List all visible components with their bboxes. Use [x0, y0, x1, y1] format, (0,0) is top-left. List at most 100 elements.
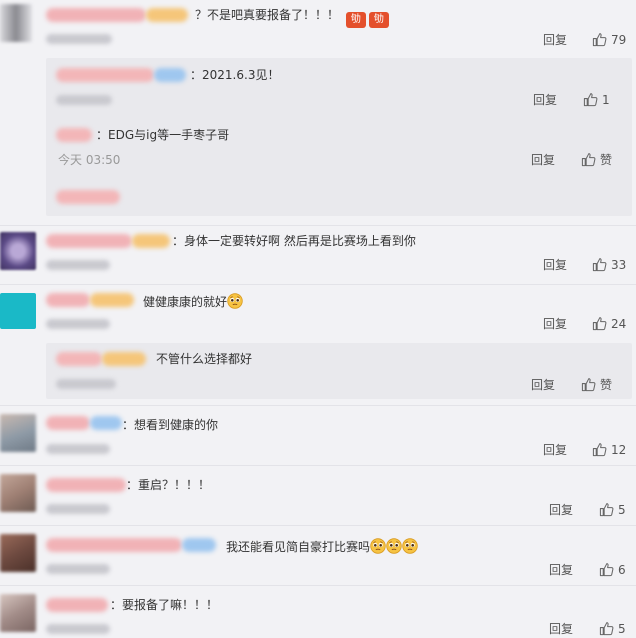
username-blurred[interactable]: [56, 68, 154, 82]
pleading-face-emoji-icon: [386, 538, 402, 554]
avatar[interactable]: [0, 232, 36, 270]
thumbs-up-icon: [581, 152, 596, 167]
timestamp-blurred: [46, 260, 110, 270]
reply-button[interactable]: 回复: [543, 317, 567, 331]
reply-button[interactable]: 回复: [543, 443, 567, 457]
reply-button[interactable]: 回复: [533, 93, 557, 107]
like-button[interactable]: 5: [599, 621, 626, 636]
reply-button[interactable]: 回复: [531, 378, 555, 392]
reply-button[interactable]: 回复: [531, 153, 555, 167]
pleading-face-emoji-icon: [227, 293, 243, 309]
like-label: 赞: [600, 152, 613, 167]
comment-item: ：想看到健康的你 回复 12: [0, 406, 636, 464]
username-blurred[interactable]: [46, 598, 108, 612]
like-button[interactable]: 5: [599, 502, 626, 517]
like-count: 1: [602, 92, 610, 107]
comment-text: 健健康康的就好: [143, 293, 243, 309]
comment-item: ？不是吧真要报备了！！！ 劬劬 回复 79 ：2021.6.3见！ 回复 1 ：…: [0, 0, 636, 225]
comment-item: 我还能看见简自豪打比赛吗 回复 6: [0, 526, 636, 584]
reply-text: ：EDG与ig等一手枣子哥: [96, 128, 230, 142]
reply-button[interactable]: 回复: [549, 622, 573, 636]
username-blurred: [90, 293, 134, 307]
username-blurred[interactable]: [46, 538, 182, 552]
thumbs-up-icon: [583, 92, 598, 107]
username-blurred[interactable]: [56, 352, 102, 366]
reply-button[interactable]: 回复: [549, 563, 573, 577]
comment-text: ：要报备了嘛！！！: [110, 598, 219, 612]
timestamp-blurred: [46, 444, 110, 454]
comment-item: ：要报备了嘛！！！ 回复 5: [0, 586, 636, 638]
avatar[interactable]: [0, 414, 36, 452]
username-blurred[interactable]: [46, 293, 90, 307]
username-blurred[interactable]: [46, 234, 132, 248]
like-button[interactable]: 6: [599, 562, 626, 577]
like-count: 12: [611, 442, 627, 457]
username-blurred: [146, 8, 188, 22]
like-button[interactable]: 12: [592, 442, 626, 457]
thumbs-up-icon: [581, 377, 596, 392]
timestamp-blurred: [46, 624, 110, 634]
comment-item: 健健康康的就好 回复 24 不管什么选择都好 回复 赞: [0, 285, 636, 405]
reply-text: 不管什么选择都好: [156, 352, 253, 366]
like-count: 33: [611, 257, 627, 272]
comment-item: ：重启？！！！ 回复 5: [0, 466, 636, 524]
timestamp-blurred: [46, 564, 110, 574]
avatar[interactable]: [0, 4, 32, 42]
thumbs-up-icon: [592, 257, 607, 272]
reply-thread: 不管什么选择都好 回复 赞: [46, 343, 632, 399]
like-button[interactable]: 24: [592, 316, 626, 331]
like-button[interactable]: 赞: [581, 152, 612, 167]
avatar[interactable]: [0, 293, 36, 329]
reply-timestamp: 今天 03:50: [58, 153, 121, 167]
reply-button[interactable]: 回复: [549, 503, 573, 517]
thumbs-up-icon: [599, 562, 614, 577]
username-blurred[interactable]: [46, 478, 126, 492]
comment-item: ：身体一定要转好啊 然后再是比赛场上看到你 回复 33: [0, 226, 636, 284]
thumbs-up-icon: [599, 502, 614, 517]
avatar[interactable]: [0, 594, 36, 632]
like-count: 6: [618, 562, 626, 577]
reply-button[interactable]: 回复: [543, 33, 567, 47]
avatar[interactable]: [0, 534, 36, 572]
comment-text: ：身体一定要转好啊 然后再是比赛场上看到你: [172, 234, 416, 248]
thumbs-up-icon: [592, 32, 607, 47]
like-button[interactable]: 33: [592, 257, 626, 272]
like-button[interactable]: 赞: [581, 377, 612, 392]
thumbs-up-icon: [592, 442, 607, 457]
comment-text: ：想看到健康的你: [122, 418, 219, 432]
reply-button[interactable]: 回复: [543, 258, 567, 272]
pleading-face-emoji-icon: [370, 538, 386, 554]
username-blurred[interactable]: [46, 8, 146, 22]
timestamp-blurred: [46, 319, 110, 329]
timestamp-blurred: [46, 504, 110, 514]
reply-thread: ：2021.6.3见！ 回复 1 ：EDG与ig等一手枣子哥 今天 03:50 …: [46, 58, 632, 216]
fighting-sticker-icon: 劬: [368, 12, 389, 28]
thumbs-up-icon: [599, 621, 614, 636]
comment-text: ？不是吧真要报备了！！！ 劬劬: [195, 8, 389, 28]
like-count: 5: [618, 502, 626, 517]
comment-text: ：重启？！！！: [126, 478, 211, 492]
like-count: 5: [618, 621, 626, 636]
reply-text: ：2021.6.3见！: [190, 68, 280, 82]
timestamp-blurred: [46, 34, 112, 44]
username-blurred: [154, 68, 186, 82]
like-button[interactable]: 79: [592, 32, 626, 47]
like-count: 24: [611, 316, 627, 331]
username-blurred[interactable]: [46, 416, 90, 430]
username-blurred: [102, 352, 146, 366]
thumbs-up-icon: [592, 316, 607, 331]
avatar[interactable]: [0, 474, 36, 512]
pleading-face-emoji-icon: [402, 538, 418, 554]
username-blurred: [90, 416, 122, 430]
comment-text: 我还能看见简自豪打比赛吗: [226, 538, 418, 554]
fighting-sticker-icon: 劬: [345, 12, 366, 28]
timestamp-blurred: [56, 379, 116, 389]
like-count: 79: [611, 32, 627, 47]
timestamp-blurred: [56, 95, 112, 105]
like-button[interactable]: 1: [583, 92, 610, 107]
username-blurred: [132, 234, 170, 248]
username-blurred: [182, 538, 216, 552]
username-blurred[interactable]: [56, 128, 92, 142]
view-more-replies-blurred[interactable]: [56, 190, 120, 204]
like-label: 赞: [600, 377, 613, 392]
